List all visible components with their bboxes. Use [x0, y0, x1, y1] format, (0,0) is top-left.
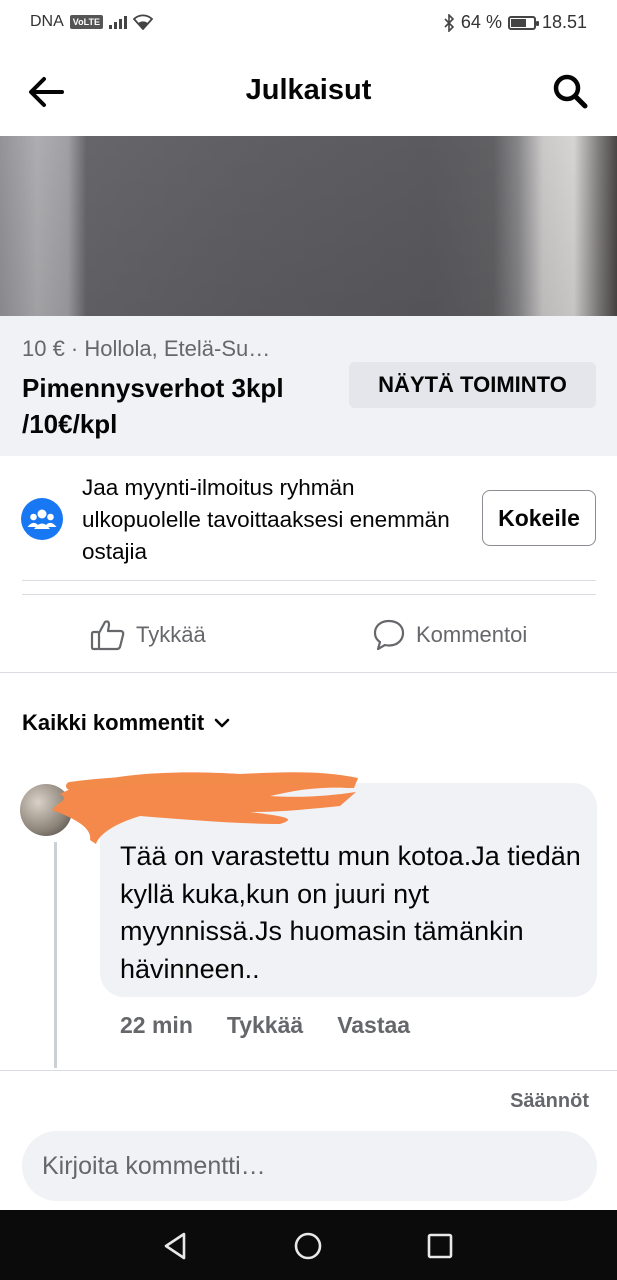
divider: [0, 672, 617, 673]
show-action-button[interactable]: NÄYTÄ TOIMINTO: [349, 362, 596, 408]
nav-home-icon[interactable]: [288, 1226, 328, 1266]
comment-filter-label: Kaikki kommentit: [22, 710, 205, 735]
system-nav-bar: [0, 1210, 617, 1280]
thread-line: [54, 842, 57, 1068]
chevron-down-icon: [214, 718, 230, 728]
status-left: DNA VoLTE: [30, 13, 153, 31]
rules-link[interactable]: Säännöt: [510, 1090, 589, 1113]
listing-photo[interactable]: [0, 136, 617, 316]
bluetooth-icon: [444, 13, 455, 32]
nav-recents-icon[interactable]: [420, 1226, 460, 1266]
search-icon: [553, 74, 588, 109]
battery-icon: [507, 15, 539, 30]
redaction-mark: [52, 772, 358, 844]
divider: [22, 580, 596, 581]
search-button[interactable]: [551, 72, 591, 112]
comment-button[interactable]: Kommentoi: [372, 612, 527, 658]
promo-text: Jaa myynti-ilmoitus ryhmän ulkopuolelle …: [82, 475, 450, 564]
group-icon: [21, 498, 63, 540]
page-title: Julkaisut: [245, 74, 372, 106]
divider: [0, 1070, 617, 1071]
status-bar: DNA VoLTE 64 % 18.51: [0, 0, 617, 48]
wifi-icon: [132, 14, 153, 30]
divider: [22, 594, 596, 595]
comment-text: Tää on varastettu mun kotoa.Ja tiedän ky…: [120, 841, 581, 984]
thumbs-up-icon: [90, 620, 125, 651]
status-right: 64 % 18.51: [443, 12, 587, 33]
nav-back-icon[interactable]: [156, 1226, 196, 1266]
comment-meta: 22 min Tykkää Vastaa: [120, 1012, 410, 1039]
comment-time: 22 min: [120, 1012, 193, 1038]
listing-info: 10 € · Hollola, Etelä-Su… Pimennysverhot…: [0, 316, 617, 456]
try-button[interactable]: Kokeile: [482, 490, 596, 546]
top-bar: Julkaisut: [0, 48, 617, 136]
battery-percent: 64 %: [460, 12, 502, 32]
comment-reply-link[interactable]: Vastaa: [337, 1012, 410, 1039]
comment-icon: [373, 619, 405, 651]
like-button[interactable]: Tykkää: [90, 612, 206, 658]
carrier-label: DNA: [30, 13, 64, 30]
volte-badge: VoLTE: [69, 15, 103, 29]
comment-input[interactable]: Kirjoita kommentti…: [22, 1131, 597, 1201]
clock: 18.51: [541, 12, 587, 32]
listing-title: Pimennysverhot 3kpl /10€/kpl: [22, 373, 284, 439]
listing-price-location: 10 € · Hollola, Etelä-Su…: [22, 336, 271, 361]
comment-filter[interactable]: Kaikki kommentit: [22, 710, 230, 736]
signal-icon: [108, 15, 127, 29]
comment-like-link[interactable]: Tykkää: [227, 1012, 303, 1039]
comment-label: Kommentoi: [416, 622, 528, 647]
like-label: Tykkää: [136, 622, 206, 647]
